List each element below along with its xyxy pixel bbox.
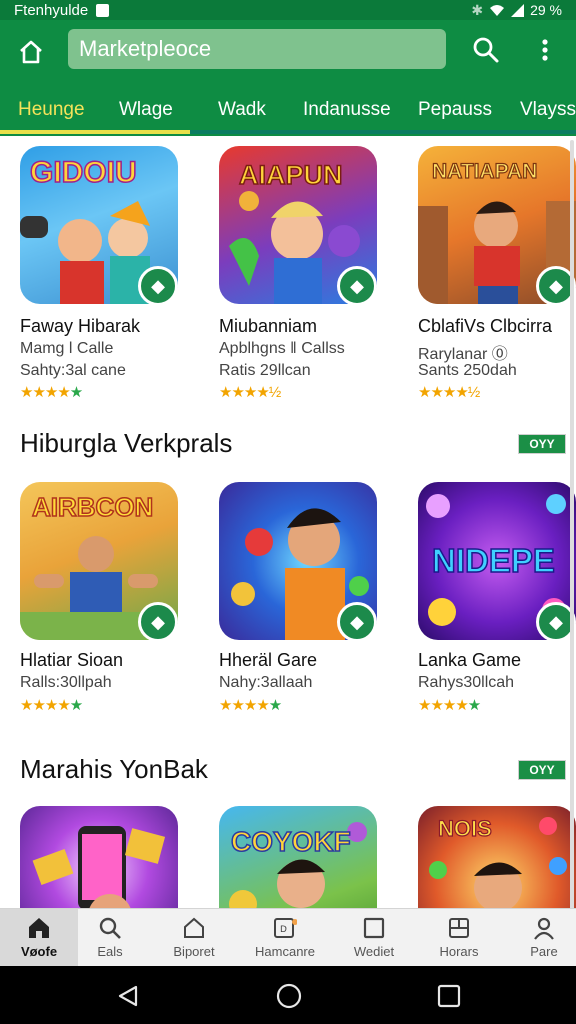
app-line2: Sahty:3al cane (20, 362, 126, 379)
gem-icon: ◆ (151, 275, 165, 296)
recents-icon[interactable] (437, 984, 461, 1008)
app-line2: Sants 250dah (418, 362, 517, 379)
status-left-text: Ftenhyulde (14, 1, 89, 19)
nav-item-5[interactable]: Horars (420, 909, 498, 967)
app-title: Faway Hibarak (20, 316, 141, 336)
app-title: Miubanniam (219, 316, 318, 336)
notification-icon (96, 3, 110, 17)
app-thumbnail: COYOKF (219, 806, 377, 908)
app-line1: Rahys30llcah (418, 674, 515, 691)
gem-icon: ◆ (549, 275, 563, 296)
home-icon (20, 40, 42, 64)
search-input[interactable]: Marketpleoce (68, 29, 446, 69)
tab-indicator (0, 130, 190, 134)
app-line1: Ralls:30llpah (20, 674, 112, 691)
badge: ◆ (138, 266, 178, 306)
scrollbar[interactable] (570, 140, 574, 910)
gem-icon: ◆ (350, 611, 364, 632)
badge: ◆ (138, 602, 178, 642)
section-title: Hiburgla Verkprals (20, 428, 233, 458)
bluetooth-icon: ✱ (471, 1, 484, 18)
signal-icon (511, 3, 525, 17)
app-banner: NIDEPE (431, 541, 555, 580)
nav-label: Eals (97, 944, 123, 959)
nav-label: Biporet (173, 944, 215, 959)
rating-stars: ★★★★½ (418, 384, 480, 401)
rating-stars: ★★★★★ (20, 697, 83, 714)
person-icon (534, 917, 554, 940)
gem-icon: ◆ (350, 275, 364, 296)
search-icon (99, 917, 121, 939)
nav-item-1[interactable]: Eals (71, 909, 149, 967)
app-title: Hheräl Gare (219, 650, 318, 670)
tab-3[interactable]: Indanusse (303, 84, 391, 136)
nav-item-0[interactable]: Vøofe (0, 909, 78, 967)
nav-item-3[interactable]: D Hamcanre (246, 909, 324, 967)
rating-stars: ★★★★★ (219, 697, 282, 714)
app-banner: COYOKF (230, 825, 351, 858)
app-banner: AIRBCON (31, 491, 154, 523)
section-badge[interactable]: OYY (518, 434, 566, 454)
more-vertical-icon (542, 39, 548, 61)
app-banner: GIDOIU (29, 155, 137, 190)
rating-stars: ★★★★½ (219, 384, 281, 401)
tab-1[interactable]: Wlage (119, 84, 173, 136)
nav-label: Pare (530, 944, 558, 959)
grid-icon (449, 918, 469, 938)
nav-label: Horars (439, 944, 479, 959)
app-banner: NOIS (437, 815, 492, 841)
back-icon[interactable] (116, 984, 140, 1008)
gem-icon: ◆ (549, 611, 563, 632)
rating-stars: ★★★★★ (20, 384, 83, 401)
app-title: Lanka Game (418, 650, 522, 670)
status-bar: Ftenhyulde ✱ 29 % (0, 0, 576, 20)
home-button[interactable] (0, 20, 62, 84)
app-bar: Marketpleoce (0, 20, 576, 84)
tab-0[interactable]: Heunge (18, 84, 85, 136)
square-icon (363, 917, 385, 939)
app-thumbnail (20, 806, 178, 908)
app-banner: AIAPUN (238, 159, 343, 191)
more-options-button[interactable] (530, 32, 560, 68)
app-title: CblafiVs Clbcirra (418, 316, 553, 336)
tab-4[interactable]: Pepauss (418, 84, 492, 136)
app-line1: Rarylanar ⓪ (418, 346, 508, 363)
tab-2[interactable]: Wadk (218, 84, 266, 136)
app-line1: Mamg l Calle (20, 340, 114, 357)
home-circle-icon[interactable] (276, 983, 302, 1009)
tab-5[interactable]: Vlayss (520, 84, 576, 136)
category-tabs: Heunge Wlage Wadk Indanusse Pepauss Vlay… (0, 84, 576, 136)
app-line1: Nahy:3allaah (219, 674, 313, 691)
app-title: Hlatiar Sioan (20, 650, 124, 670)
nav-item-2[interactable]: Biporet (155, 909, 233, 967)
gem-icon: ◆ (151, 611, 165, 632)
bottom-nav: Vøofe Eals Biporet D Hamcanre Wediet Hor… (0, 908, 576, 967)
tablet-icon: D (274, 918, 297, 938)
nav-label: Hamcanre (255, 944, 315, 959)
badge: ◆ (337, 266, 377, 306)
app-line1: Apblhgns ‖ Callss (219, 340, 345, 357)
system-nav-bar (0, 966, 576, 1024)
wifi-icon (490, 4, 505, 16)
home-icon (29, 918, 49, 938)
section-title: Marahis YonBak (20, 754, 208, 784)
app-banner: NATIAPAN (431, 159, 538, 183)
nav-label: Wediet (353, 944, 395, 959)
svg-text:D: D (280, 925, 287, 935)
app-thumbnail: NOIS (418, 806, 576, 908)
search-icon (473, 37, 499, 63)
tab-track (190, 130, 576, 134)
nav-item-6[interactable]: Pare (505, 909, 576, 967)
house-icon (184, 917, 204, 938)
app-line2: Ratis 29llcan (219, 362, 311, 379)
search-button[interactable] (468, 32, 504, 68)
badge: ◆ (337, 602, 377, 642)
rating-stars: ★★★★★ (418, 697, 481, 714)
battery-level: 29 % (530, 2, 562, 18)
section-badge[interactable]: OYY (518, 760, 566, 780)
nav-item-4[interactable]: Wediet (335, 909, 413, 967)
app-grid: GIDOIU ◆ Faway Hibarak Mamg l Calle Saht… (0, 136, 576, 908)
nav-label: Vøofe (20, 944, 58, 959)
